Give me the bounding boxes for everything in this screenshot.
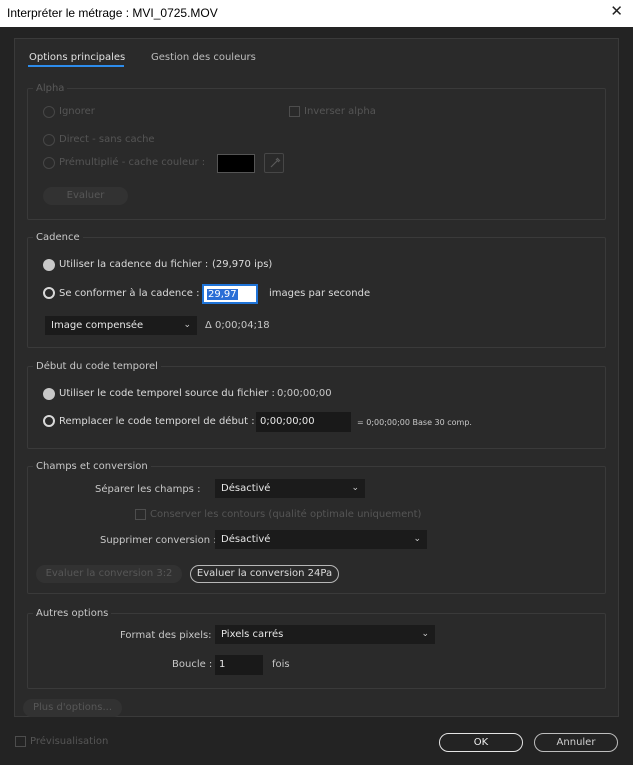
remove-pulldown-value: Désactivé: [221, 534, 271, 545]
loop-input[interactable]: 1: [215, 655, 263, 675]
source-timecode-value: 0;00;00;00: [277, 388, 332, 399]
file-rate-value: (29,970 ips): [212, 259, 273, 270]
evaluate-alpha-button[interactable]: Evaluer: [43, 187, 128, 205]
evaluate-32-pulldown-button[interactable]: Evaluer la conversion 3:2: [36, 565, 182, 583]
chevron-down-icon: ⌄: [183, 320, 191, 330]
invert-alpha-checkbox[interactable]: [289, 106, 300, 117]
frame-rate-value: 29,97: [207, 289, 238, 300]
cadence-group-title: Cadence: [33, 232, 83, 243]
premultiplied-radio[interactable]: [43, 157, 55, 169]
fps-label: images par seconde: [269, 288, 371, 299]
use-file-rate-label: Utiliser la cadence du fichier :: [59, 259, 209, 270]
ok-button[interactable]: OK: [439, 733, 523, 752]
alpha-group-title: Alpha: [33, 83, 68, 94]
frame-blend-value: Image compensée: [51, 320, 144, 331]
start-timecode-input[interactable]: 0;00;00;00: [256, 412, 351, 432]
tab-main-options[interactable]: Options principales: [29, 52, 125, 63]
separate-fields-value: Désactivé: [221, 483, 271, 494]
start-timecode-value: 0;00;00;00: [260, 416, 315, 427]
pixel-aspect-select[interactable]: Pixels carrés ⌄: [215, 625, 435, 644]
chevron-down-icon: ⌄: [421, 629, 429, 639]
eyedropper-icon: [270, 157, 281, 168]
pixel-aspect-value: Pixels carrés: [221, 629, 284, 640]
loop-unit: fois: [272, 659, 290, 670]
preserve-edges-label: Conserver les contours (qualité optimale…: [150, 509, 422, 520]
frame-blend-select[interactable]: Image compensée ⌄: [45, 316, 197, 335]
pixel-aspect-label: Format des pixels:: [120, 630, 212, 641]
title-bar: Interpréter le métrage : MVI_0725.MOV ✕: [0, 0, 633, 27]
conform-rate-label: Se conformer à la cadence :: [59, 288, 200, 299]
active-tab-indicator: [28, 65, 124, 67]
loop-label: Boucle :: [172, 659, 213, 670]
remove-pulldown-label: Supprimer conversion :: [100, 535, 217, 546]
loop-value: 1: [219, 659, 226, 670]
preserve-edges-checkbox[interactable]: [135, 509, 146, 520]
separate-fields-select[interactable]: Désactivé ⌄: [215, 479, 365, 498]
timecode-base-info: = 0;00;00;00 Base 30 comp.: [357, 418, 472, 427]
use-source-timecode-label: Utiliser le code temporel source du fich…: [59, 388, 275, 399]
ignore-alpha-radio[interactable]: [43, 106, 55, 118]
matte-color-swatch[interactable]: [217, 154, 255, 173]
fields-group-title: Champs et conversion: [33, 461, 151, 472]
frame-rate-input[interactable]: 29,97: [202, 284, 258, 304]
preview-checkbox[interactable]: [15, 736, 26, 747]
more-options-button[interactable]: Plus d'options...: [23, 699, 122, 717]
tab-color-management[interactable]: Gestion des couleurs: [151, 52, 256, 63]
direct-alpha-radio[interactable]: [43, 134, 55, 146]
evaluate-24pa-pulldown-button[interactable]: Evaluer la conversion 24Pa: [190, 565, 339, 583]
chevron-down-icon: ⌄: [351, 483, 359, 493]
remove-pulldown-select[interactable]: Désactivé ⌄: [215, 530, 427, 549]
use-source-timecode-radio[interactable]: [43, 388, 55, 400]
direct-alpha-label: Direct - sans cache: [59, 134, 155, 145]
invert-alpha-label: Inverser alpha: [304, 106, 376, 117]
replace-timecode-label: Remplacer le code temporel de début :: [59, 416, 255, 427]
premultiplied-label: Prémultiplié - cache couleur :: [59, 157, 206, 168]
timecode-group-title: Début du code temporel: [33, 361, 161, 372]
eyedropper-button[interactable]: [264, 153, 284, 173]
conform-rate-radio[interactable]: [43, 287, 55, 299]
cancel-button[interactable]: Annuler: [534, 733, 618, 752]
ignore-alpha-label: Ignorer: [59, 106, 95, 117]
chevron-down-icon: ⌄: [413, 534, 421, 544]
replace-timecode-radio[interactable]: [43, 415, 55, 427]
close-icon[interactable]: ✕: [610, 2, 623, 20]
separate-fields-label: Séparer les champs :: [95, 484, 201, 495]
preview-label: Prévisualisation: [30, 736, 109, 747]
timecode-group: [27, 366, 606, 449]
duration-readout: Δ 0;00;04;18: [205, 320, 270, 331]
other-options-group-title: Autres options: [33, 608, 112, 619]
use-file-rate-radio[interactable]: [43, 259, 55, 271]
window-title: Interpréter le métrage : MVI_0725.MOV: [7, 6, 218, 20]
